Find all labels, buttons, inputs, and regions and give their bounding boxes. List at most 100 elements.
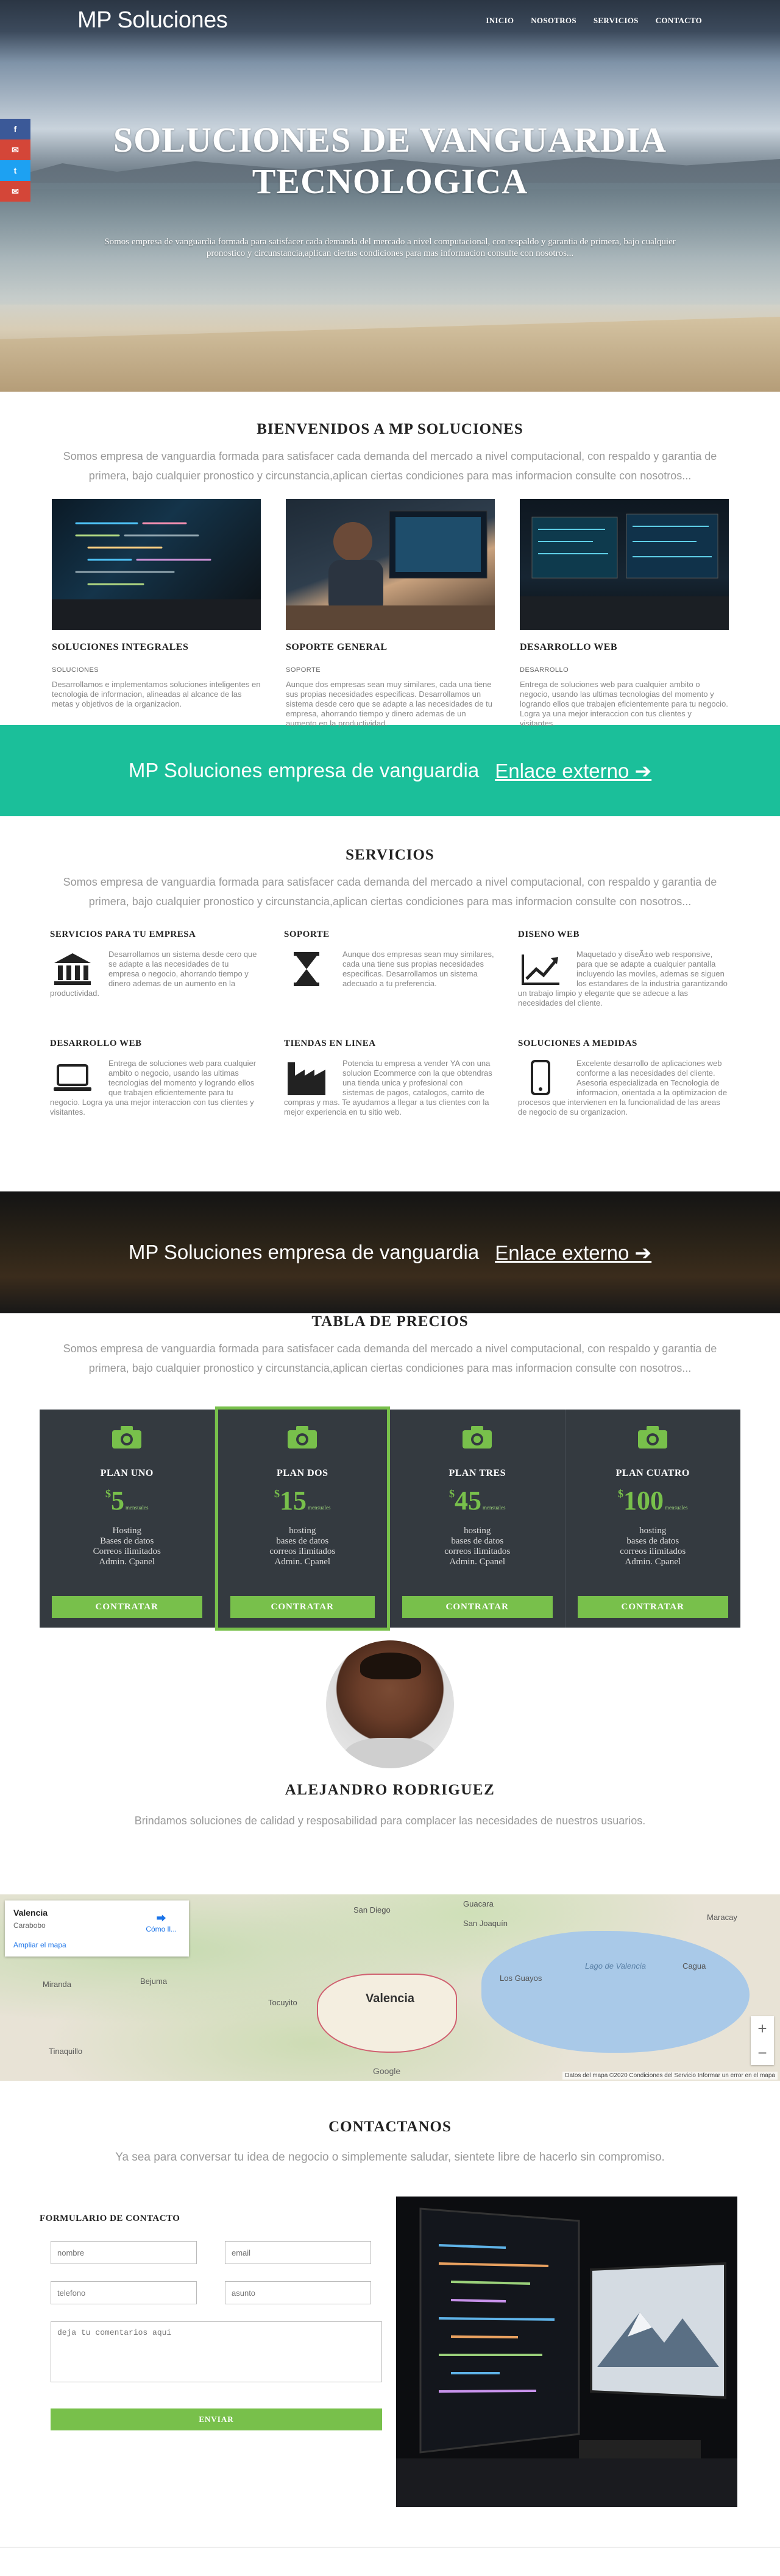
brand-logo[interactable]: MP Soluciones <box>77 7 228 34</box>
laptop-icon <box>50 1059 95 1098</box>
external-link[interactable]: Enlace externo ➔ <box>495 759 651 783</box>
cta-band-text: MP Soluciones empresa de vanguardia <box>128 1241 480 1263</box>
send-button[interactable]: ENVIAR <box>51 2408 382 2430</box>
name-input[interactable] <box>51 2241 197 2264</box>
card-title: DESARROLLO WEB <box>520 642 618 652</box>
google-logo: Google <box>373 2066 401 2076</box>
feature-card: SOLUCIONES INTEGRALES SOLUCIONES Desarro… <box>52 499 261 729</box>
hourglass-icon <box>284 950 329 989</box>
card-text: Aunque dos empresas sean muy similares, … <box>286 680 492 728</box>
camera-icon <box>566 1422 741 1452</box>
plan-name: PLAN TRES <box>448 1468 506 1478</box>
service-item: DISENO WEB Maquetado y diseÃ±o web respo… <box>518 930 752 1008</box>
service-title: SOPORTE <box>284 930 330 939</box>
message-textarea[interactable] <box>51 2321 382 2382</box>
monitors-image <box>520 499 729 630</box>
service-item: DESARROLLO WEB Entrega de soluciones web… <box>50 1039 284 1117</box>
bank-icon <box>50 950 95 989</box>
contratar-button[interactable]: CONTRATAR <box>52 1596 202 1618</box>
google-map[interactable]: Valencia San Diego Guacara San Joaquín M… <box>0 1894 780 2081</box>
cta-band: MP Soluciones empresa de vanguardia Enla… <box>0 725 780 816</box>
menu-item-contacto[interactable]: CONTACTO <box>656 16 702 26</box>
feature-card: DESARROLLO WEB DESARROLLO Entrega de sol… <box>520 499 729 729</box>
contact-section: CONTACTANOS Ya sea para conversar tu ide… <box>0 2081 780 2547</box>
twitter-icon[interactable]: t <box>0 160 30 181</box>
map-label: San Joaquín <box>463 1919 508 1928</box>
plan-features: hosting bases de datos correos ilimitados A… <box>269 1526 336 1567</box>
plan-price: $15 mensuales <box>274 1486 331 1516</box>
plan-name: PLAN DOS <box>277 1468 328 1478</box>
service-text: Aunque dos empresas sean muy similares, … <box>342 950 494 988</box>
card-tag: SOPORTE <box>286 666 321 674</box>
menu-item-servicios[interactable]: SERVICIOS <box>594 16 639 26</box>
plan-card: PLAN TRES $45 mensuales hosting bases de d… <box>390 1410 566 1628</box>
card-tag: SOLUCIONES <box>52 666 99 674</box>
map-label: Bejuma <box>140 1977 168 1986</box>
service-title: SOLUCIONES A MEDIDAS <box>518 1039 637 1048</box>
camera-icon <box>40 1422 214 1452</box>
card-text: Entrega de soluciones web para cualquier… <box>520 680 728 728</box>
menu-item-inicio[interactable]: INICIO <box>486 16 514 26</box>
plan-price: $100 mensuales <box>618 1486 688 1516</box>
directions-link[interactable]: ⮕ Cómo ll... <box>146 1910 177 1933</box>
map-city-label: Valencia <box>366 1992 415 2005</box>
plan-card: PLAN CUATRO $100 mensuales hosting bases d… <box>566 1410 741 1628</box>
team-section: ALEJANDRO RODRIGUEZ Brindamos soluciones… <box>0 1640 780 1894</box>
footer <box>0 2547 780 2569</box>
plan-name: PLAN UNO <box>100 1468 154 1478</box>
email-input[interactable] <box>225 2241 371 2264</box>
team-text: Brindamos soluciones de calidad y respos… <box>134 1815 646 1827</box>
contact-subtitle: Ya sea para conversar tu idea de negocio… <box>115 2151 665 2164</box>
code-laptop-image <box>52 499 261 630</box>
hero-shore <box>0 317 780 392</box>
plan-price: $45 mensuales <box>449 1486 506 1516</box>
map-label: Miranda <box>43 1980 71 1989</box>
map-info-card: Valencia Carabobo Ampliar el mapa ⮕ Cómo … <box>5 1900 189 1957</box>
team-member-name: ALEJANDRO RODRIGUEZ <box>285 1782 495 1798</box>
top-navbar: MP Soluciones INICIO NOSOTROS SERVICIOS … <box>0 0 780 40</box>
social-sidebar: f ✉ t ✉ <box>0 119 30 202</box>
mail-icon[interactable]: ✉ <box>0 139 30 160</box>
service-item: SOPORTE Aunque dos empresas sean muy sim… <box>284 930 518 1008</box>
welcome-title: BIENVENIDOS A MP SOLUCIONES <box>257 421 523 437</box>
card-text: Desarrollamos e implementamos soluciones… <box>52 680 261 708</box>
contratar-button[interactable]: CONTRATAR <box>402 1596 553 1618</box>
contratar-button[interactable]: CONTRATAR <box>230 1596 375 1618</box>
map-attribution: Datos del mapa ©2020 Condiciones del Ser… <box>562 2072 778 2080</box>
map-zoom-controls: + − <box>751 2016 774 2065</box>
map-label: Guacara <box>463 1899 494 1908</box>
avatar <box>326 1640 454 1768</box>
main-menu: INICIO NOSOTROS SERVICIOS CONTACTO <box>486 16 702 26</box>
card-title: SOLUCIONES INTEGRALES <box>52 642 189 652</box>
card-tag: DESARROLLO <box>520 666 569 674</box>
service-title: DESARROLLO WEB <box>50 1039 142 1048</box>
plan-price: $5 mensuales <box>105 1486 149 1516</box>
contact-title: CONTACTANOS <box>328 2119 452 2135</box>
plan-features: hosting bases de datos correos ilimitados A… <box>620 1526 686 1567</box>
phone-input[interactable] <box>51 2281 197 2304</box>
map-label: Tinaquillo <box>49 2047 83 2056</box>
zoom-out-button[interactable]: − <box>757 2044 767 2063</box>
subject-input[interactable] <box>225 2281 371 2304</box>
pricing-section: TABLA DE PRECIOS Somos empresa de vangua… <box>0 1313 780 1640</box>
zoom-in-button[interactable]: + <box>757 2019 767 2038</box>
service-title: SERVICIOS PARA TU EMPRESA <box>50 930 196 939</box>
camera-icon <box>390 1422 565 1452</box>
contratar-button[interactable]: CONTRATAR <box>577 1596 728 1618</box>
enlarge-map-link[interactable]: Ampliar el mapa <box>13 1941 180 1949</box>
mail-icon[interactable]: ✉ <box>0 181 30 202</box>
pricing-table: PLAN UNO $5 mensuales Hosting Bases de dat… <box>40 1406 741 1631</box>
external-link[interactable]: Enlace externo ➔ <box>495 1241 651 1265</box>
plan-card-featured: PLAN DOS $15 mensuales hosting bases de da… <box>214 1406 390 1631</box>
menu-item-nosotros[interactable]: NOSOTROS <box>531 16 576 26</box>
hero-title: SOLUCIONES DE VANGUARDIA TECNOLOGICA <box>113 120 667 201</box>
facebook-icon[interactable]: f <box>0 119 30 139</box>
chart-line-icon <box>518 950 563 989</box>
plan-features: hosting bases de datos correos ilimitados A… <box>444 1526 511 1567</box>
map-city-area <box>317 1974 457 2053</box>
service-title: DISENO WEB <box>518 930 580 939</box>
services-subtitle: Somos empresa de vanguardia formada para… <box>63 876 717 908</box>
contact-wrapper: FORMULARIO DE CONTACTO ENVIAR <box>40 2197 780 2507</box>
contact-form: FORMULARIO DE CONTACTO ENVIAR <box>40 2197 384 2507</box>
plan-name: PLAN CUATRO <box>615 1468 690 1478</box>
